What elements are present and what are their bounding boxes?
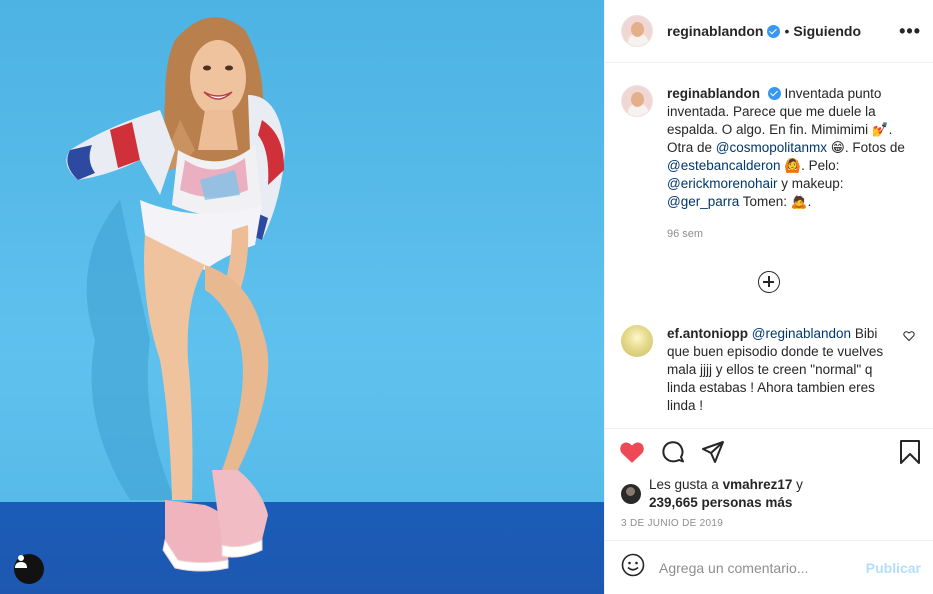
comment-avatar[interactable]	[621, 325, 653, 357]
likes-summary: Les gusta a vmahrez17 y 239,665 personas…	[605, 474, 933, 514]
caption-time-ago[interactable]: 96 sem	[667, 225, 907, 243]
user-tag-icon[interactable]	[14, 554, 44, 584]
comment-input[interactable]: Agrega un comentario...	[659, 560, 866, 576]
post-photo[interactable]	[0, 0, 604, 594]
follow-status-button[interactable]: Siguiendo	[793, 23, 861, 39]
verified-icon	[767, 87, 781, 100]
likes-connector: y	[792, 477, 803, 492]
instagram-post: reginablandon • Siguiendo ••• reginablan…	[0, 0, 933, 594]
liker-username[interactable]: vmahrez17	[723, 477, 793, 492]
mention-link[interactable]: @erickmorenohair	[667, 176, 778, 191]
comment-mention[interactable]: @reginablandon	[752, 326, 851, 341]
comment-item: ef.antoniopp @reginablandon Bibi que bue…	[621, 325, 917, 415]
paper-plane-icon[interactable]	[701, 440, 725, 464]
bookmark-icon[interactable]	[899, 440, 921, 469]
more-options-icon[interactable]: •••	[899, 22, 921, 40]
heart-filled-icon[interactable]	[619, 440, 645, 464]
caption-avatar[interactable]	[621, 85, 653, 117]
mention-link[interactable]: @ger_parra	[667, 194, 739, 209]
comment-text: ef.antoniopp @reginablandon Bibi que bue…	[667, 325, 887, 415]
comment-like-icon[interactable]	[903, 329, 915, 347]
likes-text: Les gusta a vmahrez17 y 239,665 personas…	[649, 476, 803, 512]
mention-link[interactable]: @cosmopolitanmx	[716, 140, 827, 155]
liker-avatar[interactable]	[621, 484, 641, 504]
publish-button[interactable]: Publicar	[866, 560, 921, 576]
post-side-panel: reginablandon • Siguiendo ••• reginablan…	[604, 0, 933, 594]
plus-circle-icon[interactable]	[758, 271, 780, 293]
photo-illustration	[66, 17, 285, 572]
caption-text-part: 🙆. Pelo:	[780, 158, 840, 173]
mention-link[interactable]: @estebancalderon	[667, 158, 781, 173]
avatar[interactable]	[621, 15, 653, 47]
action-bar	[605, 428, 933, 474]
post-date[interactable]: 3 DE JUNIO DE 2019	[605, 514, 933, 540]
likes-count-link[interactable]: 239,665 personas más	[649, 495, 792, 510]
post-header: reginablandon • Siguiendo •••	[605, 0, 933, 63]
add-comment-bar: Agrega un comentario... Publicar	[605, 540, 933, 594]
header-separator: •	[784, 23, 790, 39]
header-username[interactable]: reginablandon	[667, 23, 763, 39]
smiley-icon[interactable]	[621, 553, 645, 582]
caption-text-part: y makeup:	[777, 176, 844, 191]
caption-text-part: 😁. Fotos de	[827, 140, 905, 155]
comment-username[interactable]: ef.antoniopp	[667, 326, 748, 341]
comment-icon[interactable]	[661, 440, 685, 464]
caption-text-part: Tomen: 🙇.	[739, 194, 812, 209]
caption-text: reginablandon Inventada punto inventada.…	[667, 85, 907, 243]
comments-section: reginablandon Inventada punto inventada.…	[605, 63, 933, 428]
likes-prefix: Les gusta a	[649, 477, 723, 492]
caption-username[interactable]: reginablandon	[667, 86, 760, 101]
caption: reginablandon Inventada punto inventada.…	[621, 85, 917, 243]
verified-icon	[767, 24, 781, 38]
